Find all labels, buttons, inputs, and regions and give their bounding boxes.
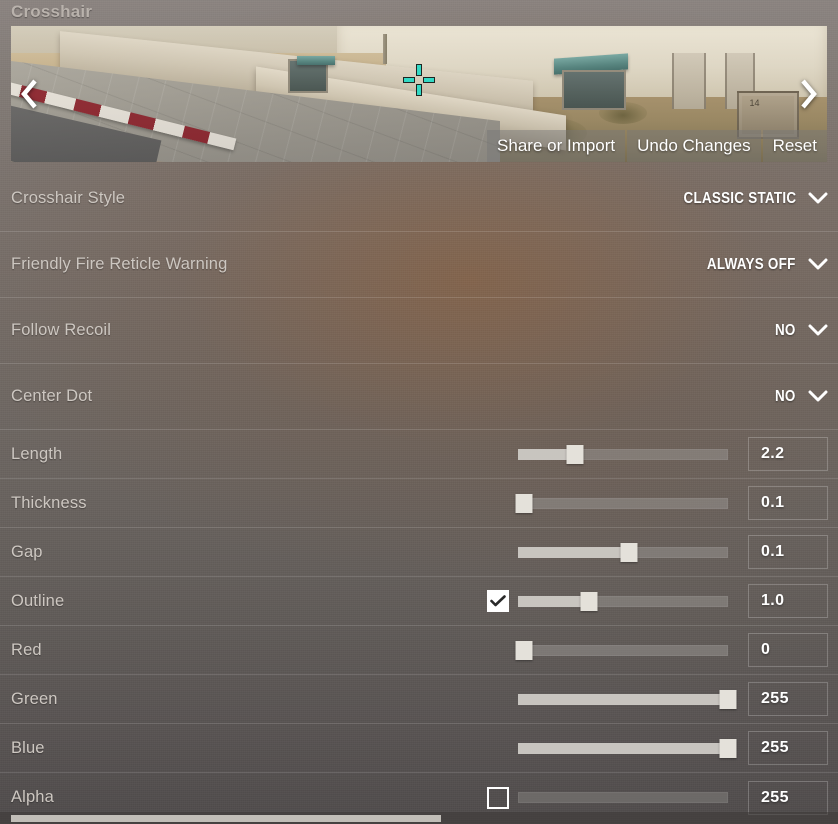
- crosshair-preview-panel: 14 Share or Import Undo Changes: [11, 26, 827, 162]
- previous-map-arrow-icon[interactable]: [13, 71, 47, 117]
- setting-row-crosshair-style: Crosshair Style CLASSIC STATIC: [0, 166, 838, 232]
- slider-handle[interactable]: [580, 591, 598, 611]
- slider-fill: [518, 546, 630, 558]
- slider-handle[interactable]: [515, 640, 533, 660]
- green-value[interactable]: 255: [748, 682, 828, 716]
- slider-fill: [518, 742, 728, 754]
- share-or-import-button[interactable]: Share or Import: [487, 130, 626, 162]
- outline-value[interactable]: 1.0: [748, 584, 828, 618]
- scrollbar-thumb[interactable]: [11, 815, 441, 822]
- preview-action-buttons: Share or Import Undo Changes Reset: [485, 130, 827, 162]
- thickness-slider[interactable]: [515, 491, 728, 515]
- crosshair-style-value[interactable]: CLASSIC STATIC: [683, 190, 796, 208]
- setting-label: Length: [11, 444, 63, 463]
- slider-track[interactable]: [518, 497, 728, 509]
- next-map-arrow-icon[interactable]: [791, 71, 825, 117]
- setting-label: Green: [11, 689, 58, 708]
- alpha-checkbox[interactable]: [487, 786, 509, 809]
- slider-handle[interactable]: [719, 738, 737, 758]
- chevron-down-icon[interactable]: [808, 192, 828, 205]
- gap-value[interactable]: 0.1: [748, 535, 828, 569]
- setting-row-thickness: Thickness 0.1: [0, 479, 838, 528]
- center-dot-value[interactable]: NO: [775, 388, 796, 406]
- outline-checkbox[interactable]: [487, 590, 509, 612]
- setting-label: Thickness: [11, 493, 87, 512]
- check-icon: [490, 595, 506, 607]
- slider-handle[interactable]: [620, 542, 638, 562]
- settings-list: Crosshair Style CLASSIC STATIC Friendly …: [0, 166, 838, 815]
- slider-handle[interactable]: [566, 444, 584, 464]
- setting-label: Blue: [11, 738, 45, 757]
- setting-label: Center Dot: [11, 387, 93, 405]
- friendly-fire-reticle-warning-value[interactable]: ALWAYS OFF: [707, 256, 796, 274]
- green-slider[interactable]: [518, 687, 737, 711]
- setting-row-blue: Blue 255: [0, 724, 838, 773]
- chevron-down-icon[interactable]: [808, 324, 828, 337]
- setting-label: Follow Recoil: [11, 321, 112, 339]
- slider-handle[interactable]: [719, 689, 737, 709]
- setting-row-red: Red 0: [0, 626, 838, 675]
- setting-row-gap: Gap 0.1: [0, 528, 838, 577]
- setting-row-length: Length 2.2: [0, 430, 838, 479]
- blue-value[interactable]: 255: [748, 731, 828, 765]
- alpha-slider[interactable]: [518, 786, 728, 810]
- slider-handle[interactable]: [515, 493, 533, 513]
- setting-row-friendly-fire-reticle-warning: Friendly Fire Reticle Warning ALWAYS OFF: [0, 232, 838, 298]
- setting-label: Alpha: [11, 788, 54, 806]
- setting-label: Friendly Fire Reticle Warning: [11, 255, 228, 273]
- length-slider[interactable]: [518, 442, 728, 466]
- gap-slider[interactable]: [518, 540, 728, 564]
- thickness-value[interactable]: 0.1: [748, 486, 828, 520]
- setting-label: Gap: [11, 542, 43, 561]
- length-value[interactable]: 2.2: [748, 437, 828, 471]
- alpha-value[interactable]: 255: [748, 780, 828, 815]
- setting-row-follow-recoil: Follow Recoil NO: [0, 298, 838, 364]
- outline-slider[interactable]: [518, 589, 728, 613]
- setting-row-green: Green 255: [0, 675, 838, 724]
- follow-recoil-value[interactable]: NO: [775, 322, 796, 340]
- reset-button[interactable]: Reset: [762, 130, 827, 162]
- red-slider[interactable]: [515, 638, 728, 662]
- chevron-down-icon[interactable]: [808, 390, 828, 403]
- horizontal-scrollbar[interactable]: [0, 812, 838, 824]
- slider-fill: [518, 693, 728, 705]
- red-value[interactable]: 0: [748, 633, 828, 667]
- undo-changes-button[interactable]: Undo Changes: [627, 130, 761, 162]
- setting-row-outline: Outline 1.0: [0, 577, 838, 626]
- setting-label: Crosshair Style: [11, 189, 126, 207]
- blue-slider[interactable]: [518, 736, 737, 760]
- crosshair-settings-page: Crosshair 14: [0, 0, 838, 824]
- slider-fill: [518, 595, 590, 607]
- setting-row-center-dot: Center Dot NO: [0, 364, 838, 430]
- chevron-down-icon[interactable]: [808, 258, 828, 271]
- slider-track[interactable]: [518, 792, 728, 803]
- setting-label: Outline: [11, 591, 65, 610]
- slider-track[interactable]: [518, 644, 728, 656]
- setting-label: Red: [11, 640, 42, 659]
- page-title: Crosshair: [11, 2, 93, 21]
